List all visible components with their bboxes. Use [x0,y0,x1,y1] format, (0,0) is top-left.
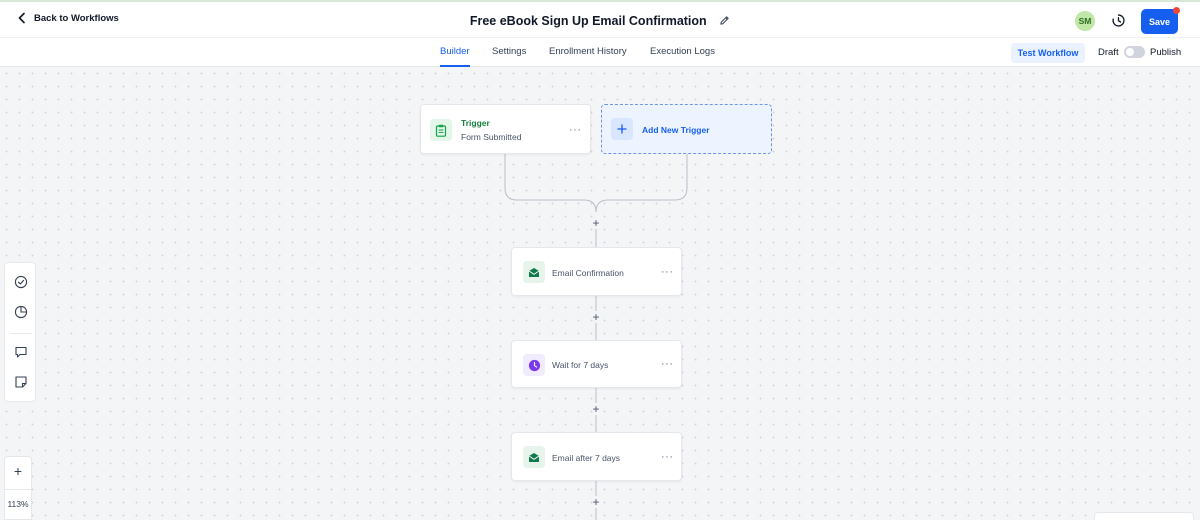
check-circle-icon[interactable] [14,275,28,289]
comment-icon[interactable] [14,345,28,359]
clipboard-icon [430,119,452,141]
trigger-title: Trigger [461,118,490,128]
clock-icon [523,354,545,376]
divider [5,489,31,490]
step-more-icon[interactable]: ··· [661,452,674,463]
add-step-plus-icon[interactable]: + [590,403,602,415]
minimap-panel [1094,512,1194,520]
step-more-icon[interactable]: ··· [661,267,674,278]
zoom-panel: + 113% [4,456,32,520]
pie-chart-icon[interactable] [14,305,28,319]
add-trigger-label: Add New Trigger [642,125,710,135]
step-email-confirmation[interactable]: Email Confirmation ··· [511,247,682,296]
step-label: Wait for 7 days [552,360,609,370]
zoom-level: 113% [7,499,29,509]
step-label: Email after 7 days [552,453,621,463]
email-icon [523,261,545,283]
step-more-icon[interactable]: ··· [661,359,674,370]
add-new-trigger-button[interactable]: Add New Trigger [601,104,772,154]
add-step-plus-icon[interactable]: + [590,217,602,229]
canvas-tools-panel [4,262,36,402]
plus-icon [611,118,633,140]
add-step-plus-icon[interactable]: + [590,311,602,323]
zoom-in-button[interactable]: + [5,463,31,479]
trigger-node[interactable]: Trigger Form Submitted ··· [420,104,591,154]
step-email-after-7-days[interactable]: Email after 7 days ··· [511,432,682,481]
sticky-note-icon[interactable] [14,375,28,389]
step-label: Email Confirmation [552,268,624,278]
add-step-plus-icon[interactable]: + [590,496,602,508]
email-icon [523,446,545,468]
trigger-subtitle: Form Submitted [461,132,522,142]
step-wait[interactable]: Wait for 7 days ··· [511,340,682,388]
trigger-more-icon[interactable]: ··· [569,125,582,136]
divider [10,333,32,334]
